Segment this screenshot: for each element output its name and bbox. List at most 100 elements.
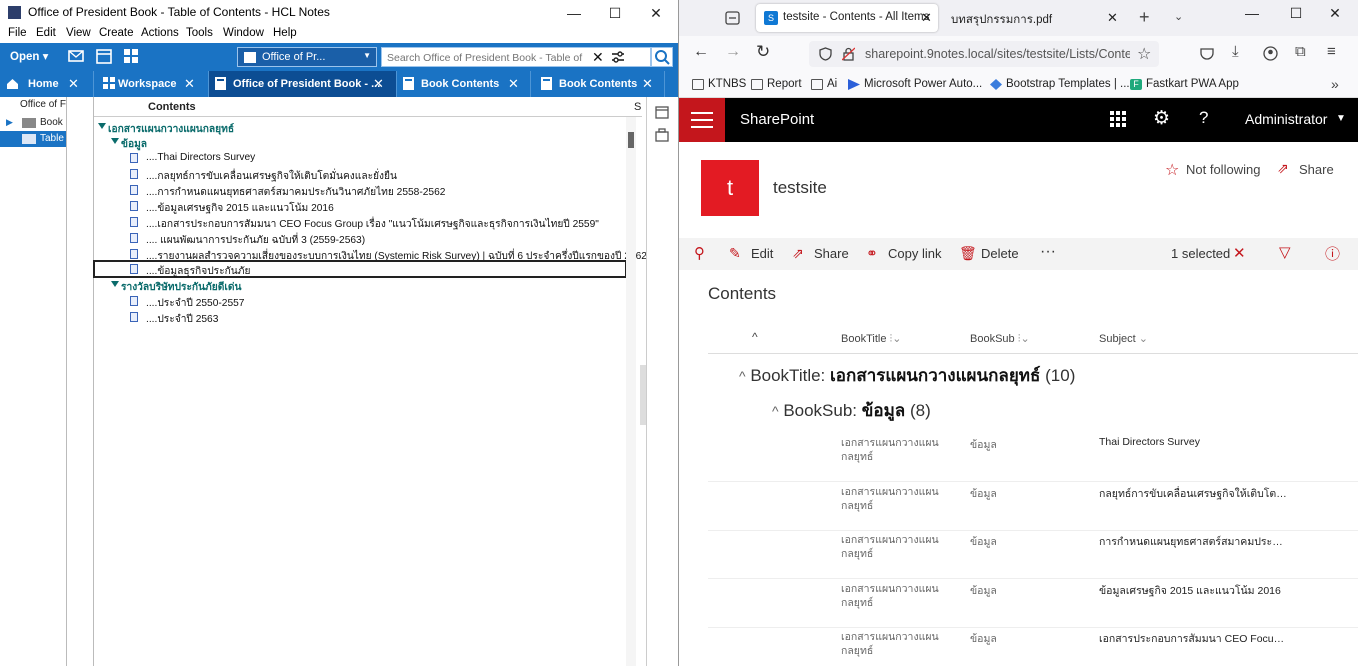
close-tab-icon[interactable]: ✕ — [508, 76, 519, 92]
filter-icon[interactable]: ▽ — [1279, 243, 1291, 261]
close-tab-icon[interactable]: ✕ — [68, 76, 79, 92]
database-selector[interactable]: Office of Pr... ▼ — [237, 47, 377, 67]
list-tabs-chevron-icon[interactable]: ⌄ — [1174, 10, 1183, 23]
filter-sliders-icon[interactable] — [611, 51, 625, 64]
more-actions-button[interactable]: ··· — [1040, 243, 1056, 261]
close-tab-icon[interactable]: ✕ — [373, 76, 384, 92]
shield-icon[interactable] — [819, 47, 832, 61]
menu-tools[interactable]: Tools — [186, 27, 213, 39]
share-arrow-icon[interactable]: ⇗ — [1277, 160, 1289, 177]
category-row[interactable]: เอกสารแผนกวางแผนกลยุทธ์ — [94, 119, 626, 135]
address-bar[interactable]: sharepoint.9notes.local/sites/testsite/L… — [809, 41, 1159, 67]
menu-file[interactable]: File — [8, 27, 27, 39]
more-bookmarks-chevron-icon[interactable]: » — [1331, 76, 1339, 92]
menu-view[interactable]: View — [66, 27, 91, 39]
search-field[interactable]: ✕ — [381, 47, 651, 67]
list-row[interactable]: เอกสารแผนกวางแผน กลยุทธ์ ข้อมูล เอกสารปร… — [708, 628, 1358, 666]
nav-item-book[interactable]: ▶ Book — [0, 115, 66, 131]
collapse-chevron-icon[interactable]: ^ — [739, 368, 746, 384]
scrollbar-thumb[interactable] — [628, 132, 634, 148]
tab-book-contents-2[interactable]: Book Contents ✕ — [531, 71, 665, 97]
calendar-icon[interactable] — [655, 105, 669, 119]
list-row[interactable]: เอกสารแผนกวางแผน กลยุทธ์ ข้อมูล Thai Dir… — [708, 434, 1358, 482]
subcategory-row[interactable]: ข้อมูล — [94, 134, 626, 150]
search-icon[interactable]: ⚲ — [694, 244, 705, 262]
close-tab-icon[interactable]: ✕ — [642, 76, 653, 92]
site-logo[interactable]: t — [701, 160, 759, 216]
sharepoint-brand[interactable]: SharePoint — [740, 111, 814, 128]
help-icon[interactable]: ? — [1199, 108, 1208, 128]
column-header-booktitle[interactable]: BookTitle ⫶⌄ — [841, 332, 901, 346]
new-tab-icon[interactable]: + — [1139, 7, 1150, 28]
user-menu-caret-icon[interactable]: ▼ — [1336, 113, 1346, 124]
document-row[interactable]: .... แผนพัฒนาการประกันภัย ฉบับที่ 3 (255… — [94, 230, 626, 246]
document-row-selected[interactable]: ....ข้อมูลธุรกิจประกันภัย — [93, 260, 627, 278]
document-row[interactable]: ....การกำหนดแผนยุทธศาสตร์สมาคมประกันวินา… — [94, 182, 626, 198]
group-header-booktitle[interactable]: ^ BookTitle: เอกสารแผนกวางแผนกลยุทธ์ (10… — [739, 362, 1075, 389]
forward-icon[interactable]: → — [725, 43, 741, 61]
tab-overview-icon[interactable] — [725, 11, 740, 25]
collapse-all-chevron-icon[interactable]: ^ — [752, 330, 758, 344]
insecure-lock-icon[interactable] — [842, 47, 855, 61]
follow-button[interactable]: Not following — [1186, 162, 1260, 177]
collapse-triangle-icon[interactable] — [111, 138, 119, 144]
browser-tab-testsite[interactable]: S testsite - Contents - All Items ✕ — [756, 4, 938, 32]
site-name[interactable]: testsite — [773, 178, 827, 198]
account-icon[interactable] — [1263, 46, 1278, 61]
minimize-button[interactable]: — — [1231, 0, 1273, 26]
document-row[interactable]: ....เอกสารประกอบการสัมมนา CEO Focus Grou… — [94, 214, 626, 230]
minimize-button[interactable]: — — [553, 0, 595, 26]
column-s[interactable]: S — [634, 101, 641, 113]
menu-actions[interactable]: Actions — [141, 27, 179, 39]
collapse-triangle-icon[interactable] — [111, 281, 119, 287]
tab-book-contents-1[interactable]: Book Contents ✕ — [397, 71, 531, 97]
star-icon[interactable]: ☆ — [1165, 160, 1179, 180]
document-row[interactable]: ....รายงานผลสำรวจความเสี่ยงของระบบการเงิ… — [94, 246, 647, 262]
vertical-scrollbar[interactable] — [626, 117, 636, 666]
document-row[interactable]: ....Thai Directors Survey — [94, 150, 626, 166]
info-icon[interactable]: ⓘ — [1325, 243, 1340, 264]
bookmark-star-icon[interactable]: ☆ — [1137, 44, 1151, 64]
apps-grid-icon[interactable] — [123, 48, 139, 64]
share-site-button[interactable]: Share — [1299, 162, 1334, 177]
pocket-icon[interactable] — [1200, 47, 1214, 60]
open-button[interactable]: Open ▾ — [10, 49, 48, 63]
close-tab-icon[interactable]: ✕ — [184, 76, 195, 92]
tab-workspace[interactable]: Workspace ✕ — [94, 71, 209, 97]
cell-subject[interactable]: Thai Directors Survey — [1099, 436, 1289, 448]
menu-help[interactable]: Help — [273, 27, 297, 39]
cell-subject[interactable]: เอกสารประกอบการสัมมนา CEO Focus G... — [1099, 630, 1289, 647]
expand-triangle-icon[interactable]: ▶ — [6, 117, 13, 128]
search-input[interactable] — [387, 50, 585, 65]
column-header-subject[interactable]: Subject ⌄ — [1099, 332, 1148, 345]
collapse-chevron-icon[interactable]: ^ — [772, 403, 779, 419]
nav-item-table[interactable]: Table — [0, 131, 66, 147]
document-row[interactable]: ....กลยุทธ์การขับเคลื่อนเศรษฐกิจให้เติบโ… — [94, 166, 626, 182]
extensions-icon[interactable]: ⧉ — [1295, 43, 1306, 60]
back-icon[interactable]: ← — [693, 43, 709, 61]
cell-subject[interactable]: ข้อมูลเศรษฐกิจ 2015 และแนวโน้ม 2016 — [1099, 582, 1289, 599]
mail-icon[interactable] — [68, 48, 84, 64]
search-button[interactable] — [651, 47, 673, 67]
reload-icon[interactable]: ↻ — [756, 42, 770, 62]
briefcase-icon[interactable] — [655, 128, 669, 142]
maximize-button[interactable]: ☐ — [1275, 0, 1317, 26]
tab-office-president-book[interactable]: Office of President Book - ... ✕ — [209, 71, 397, 97]
menu-hamburger-icon[interactable]: ≡ — [1327, 43, 1336, 60]
document-row[interactable]: ....ข้อมูลเศรษฐกิจ 2015 และแนวโน้ม 2016 — [94, 198, 626, 214]
clear-search-icon[interactable]: ✕ — [592, 49, 604, 66]
collapse-triangle-icon[interactable] — [98, 123, 106, 129]
clear-selection-icon[interactable]: ✕ — [1233, 244, 1246, 262]
document-row[interactable]: ....ประจำปี 2550-2557 — [94, 293, 626, 309]
maximize-button[interactable]: ☐ — [594, 0, 636, 26]
menu-edit[interactable]: Edit — [36, 27, 56, 39]
close-button[interactable]: ✕ — [1314, 0, 1356, 26]
calendar-icon[interactable] — [96, 48, 112, 64]
download-icon[interactable]: ⤓ — [1232, 43, 1239, 60]
close-tab-icon[interactable]: ✕ — [921, 10, 932, 26]
browser-tab-pdf[interactable]: บทสรุปกรรมการ.pdf ✕ — [941, 4, 1123, 32]
document-row[interactable]: ....ประจำปี 2563 — [94, 309, 626, 325]
category-row[interactable]: รางวัลบริษัทประกันภัยดีเด่น — [94, 277, 626, 293]
cell-subject[interactable]: การกำหนดแผนยุทธศาสตร์สมาคมประกัน... — [1099, 533, 1289, 550]
waffle-icon[interactable] — [1110, 111, 1126, 127]
